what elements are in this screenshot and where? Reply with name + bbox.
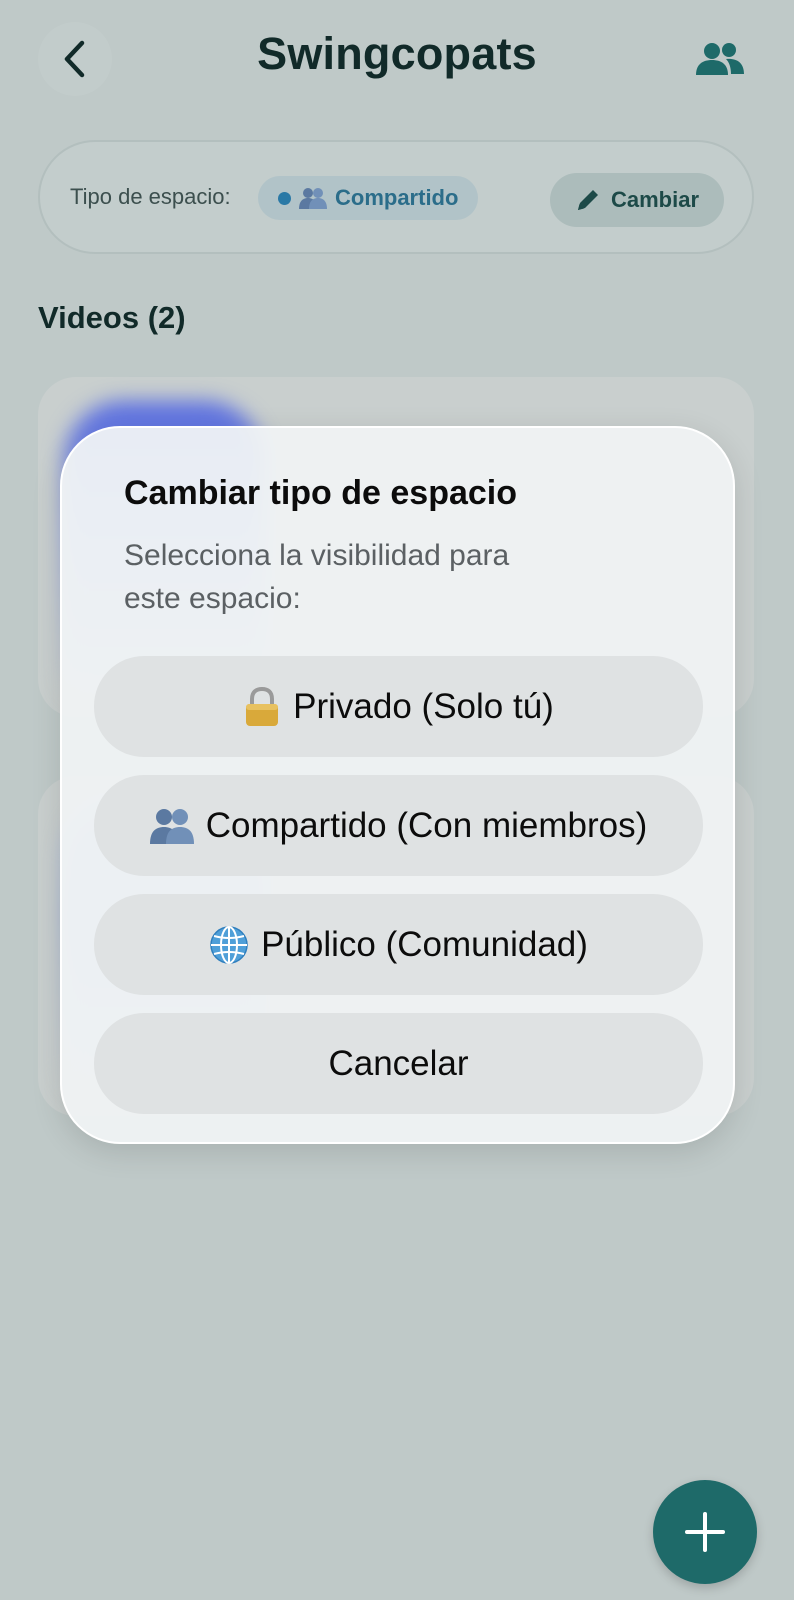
public-option-button[interactable]: Público (Comunidad) — [94, 894, 703, 995]
add-video-button[interactable] — [653, 1480, 757, 1584]
videos-heading: Videos (2) — [38, 300, 186, 335]
shared-option-button[interactable]: Compartido (Con miembros) — [94, 775, 703, 876]
members-button[interactable] — [690, 36, 750, 82]
people-emoji-icon — [149, 808, 194, 844]
dialog-title: Cambiar tipo de espacio — [124, 474, 517, 512]
option-label: Compartido (Con miembros) — [205, 805, 648, 845]
option-label: Privado (Solo tú) — [293, 686, 554, 726]
plus-icon — [685, 1512, 725, 1552]
pencil-icon — [577, 190, 598, 210]
private-option-button[interactable]: Privado (Solo tú) — [94, 656, 703, 757]
page-title: Swingcopats — [257, 28, 537, 79]
space-type-value: Compartido — [335, 185, 459, 210]
space-type-badge: Compartido — [258, 176, 479, 220]
lock-icon — [243, 686, 281, 727]
space-type-card: Tipo de espacio: Compartido Cambiar — [38, 140, 754, 254]
globe-icon — [209, 925, 249, 965]
status-dot — [278, 191, 291, 205]
change-button-label: Cambiar — [610, 187, 700, 212]
cancel-label: Cancelar — [328, 1043, 469, 1083]
cancel-button[interactable]: Cancelar — [94, 1013, 703, 1114]
change-space-type-dialog: Cambiar tipo de espacio Selecciona la vi… — [60, 426, 735, 1144]
change-space-type-button[interactable]: Cambiar — [550, 173, 724, 227]
space-type-label: Tipo de espacio: — [70, 184, 231, 209]
option-label: Público (Comunidad) — [261, 924, 588, 964]
dialog-subtitle: Selecciona la visibilidad para este espa… — [124, 539, 510, 615]
people-emoji-icon — [299, 188, 327, 209]
people-icon — [696, 43, 744, 75]
